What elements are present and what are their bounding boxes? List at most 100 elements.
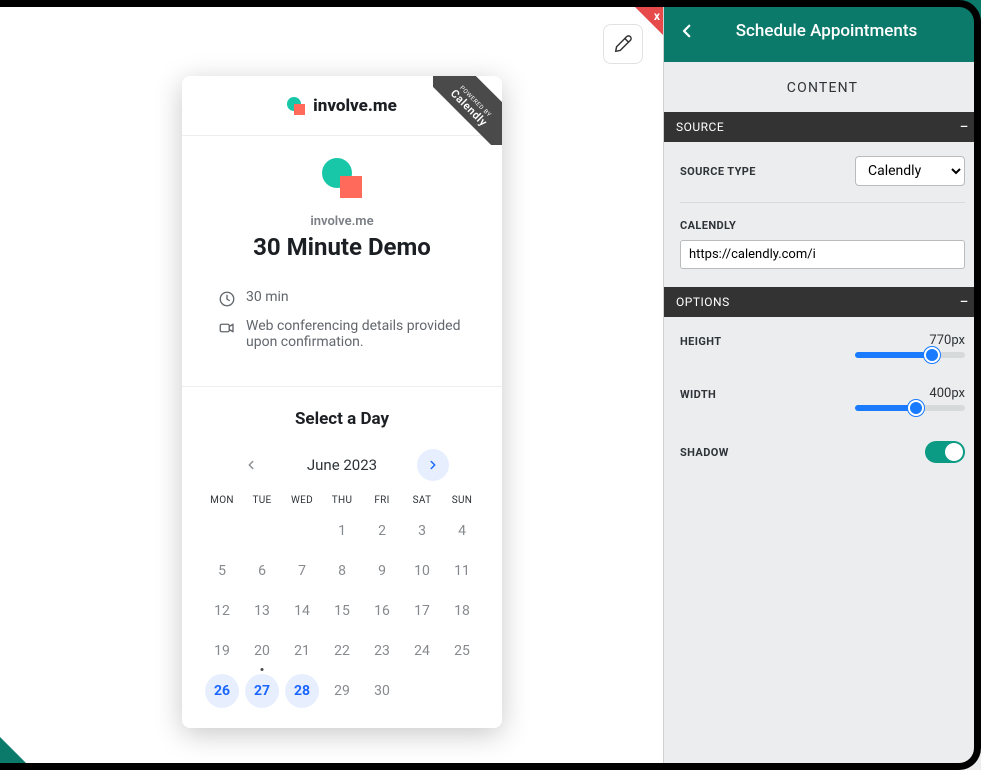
calendar-day: 17 [405,594,439,628]
calendar-day: 11 [445,554,479,588]
slider-thumb[interactable] [908,400,924,416]
month-nav: June 2023 [202,449,482,481]
calendly-body: involve.me 30 Minute Demo 30 min Web con… [182,136,502,387]
chevron-left-icon [678,22,696,40]
calendar-day[interactable]: 27 [245,674,279,708]
calendar-day: 23 [365,634,399,668]
calendar-day: 10 [405,554,439,588]
dow-cell: TUE [242,495,282,506]
video-icon [218,319,236,337]
calendar-day: 21 [285,634,319,668]
calendar-day: 5 [205,554,239,588]
sidebar-title: Schedule Appointments [706,21,967,41]
calendar-day[interactable]: 28 [285,674,319,708]
dow-cell: MON [202,495,242,506]
company-logo [218,158,466,198]
ribbon-small-text: POWERED BY [458,85,492,119]
company-name: involve.me [218,214,466,229]
sidebar-header: Schedule Appointments [664,0,981,62]
dow-cell: WED [282,495,322,506]
event-location-text: Web conferencing details provided upon c… [246,318,466,350]
calendar-day: 12 [205,594,239,628]
calendar-day: 4 [445,514,479,548]
section-header-source[interactable]: SOURCE − [664,112,981,142]
event-duration: 30 min [218,289,466,308]
width-value: 400px [929,386,965,401]
powered-by-ribbon: POWERED BY Calendly [433,76,502,145]
involveme-brand: involve.me [287,96,397,116]
back-button[interactable] [678,22,696,40]
calendar-day: 6 [245,554,279,588]
calendar-day: 14 [285,594,319,628]
width-slider[interactable] [855,405,965,411]
height-slider[interactable] [855,352,965,358]
month-label: June 2023 [307,456,377,474]
calendar-day: 7 [285,554,319,588]
calendar-day: 29 [325,674,359,708]
ribbon-big-text: Calendly [433,76,502,145]
width-label: WIDTH [680,388,716,401]
source-type-label: SOURCE TYPE [680,165,756,178]
calendar-day [445,674,479,708]
calendar-day [405,674,439,708]
calendar-day: 2 [365,514,399,548]
calendar-day: 8 [325,554,359,588]
involveme-mark-icon [287,97,305,115]
shadow-toggle[interactable] [925,441,965,463]
calendly-url-label: CALENDLY [680,219,965,232]
calendly-url-input[interactable] [680,240,965,269]
section-title-source: SOURCE [676,120,724,134]
date-picker: Select a Day June 2023 MONTUEWEDTHUFRISA… [182,387,502,728]
close-corner-badge[interactable]: x [635,7,663,35]
calendar-day: 22 [325,634,359,668]
picker-title: Select a Day [202,409,482,429]
height-value: 770px [929,333,965,348]
calendar-day: 15 [325,594,359,628]
event-duration-text: 30 min [246,289,289,305]
calendar-day: 3 [405,514,439,548]
calendar-day: 25 [445,634,479,668]
chevron-left-icon [244,458,258,472]
close-icon: x [654,9,660,23]
section-body-source: SOURCE TYPE Calendly CALENDLY [664,142,981,287]
slider-thumb[interactable] [924,347,940,363]
calendar-day: 9 [365,554,399,588]
next-month-button[interactable] [417,449,449,481]
day-of-week-header: MONTUEWEDTHUFRISATSUN [202,495,482,506]
tab-content[interactable]: CONTENT [664,62,981,112]
dow-cell: SUN [442,495,482,506]
calendar-day: 30 [365,674,399,708]
calendar-day: 24 [405,634,439,668]
calendar-grid: 1234567891011121314151617181920212223242… [202,514,482,708]
calendar-day [285,514,319,548]
section-header-options[interactable]: OPTIONS − [664,287,981,317]
clock-icon [218,290,236,308]
height-label: HEIGHT [680,335,722,348]
dow-cell: FRI [362,495,402,506]
section-title-options: OPTIONS [676,295,730,309]
calendar-day: 13 [245,594,279,628]
brush-icon [612,33,634,55]
dow-cell: THU [322,495,362,506]
app-frame: x involve.me POWERED BY Calendly [0,0,981,770]
calendar-day: 18 [445,594,479,628]
calendly-header: involve.me POWERED BY Calendly [182,76,502,136]
calendar-day [205,514,239,548]
settings-sidebar: Schedule Appointments CONTENT SOURCE − S… [663,0,981,770]
calendar-day: 16 [365,594,399,628]
calendar-day[interactable]: 26 [205,674,239,708]
section-body-options: HEIGHT 770px WIDTH 400px [664,317,981,481]
calendar-day [245,514,279,548]
prev-month-button[interactable] [235,449,267,481]
event-location: Web conferencing details provided upon c… [218,318,466,350]
source-type-select[interactable]: Calendly [855,156,965,186]
calendar-day: 19 [205,634,239,668]
dow-cell: SAT [402,495,442,506]
chevron-right-icon [426,458,440,472]
preview-pane: x involve.me POWERED BY Calendly [0,0,663,770]
bottom-left-corner-badge [0,737,26,763]
involveme-brand-text: involve.me [313,96,397,116]
calendar-day: 20 [245,634,279,668]
shadow-label: SHADOW [680,446,729,459]
calendly-widget: involve.me POWERED BY Calendly involve.m… [182,76,502,728]
